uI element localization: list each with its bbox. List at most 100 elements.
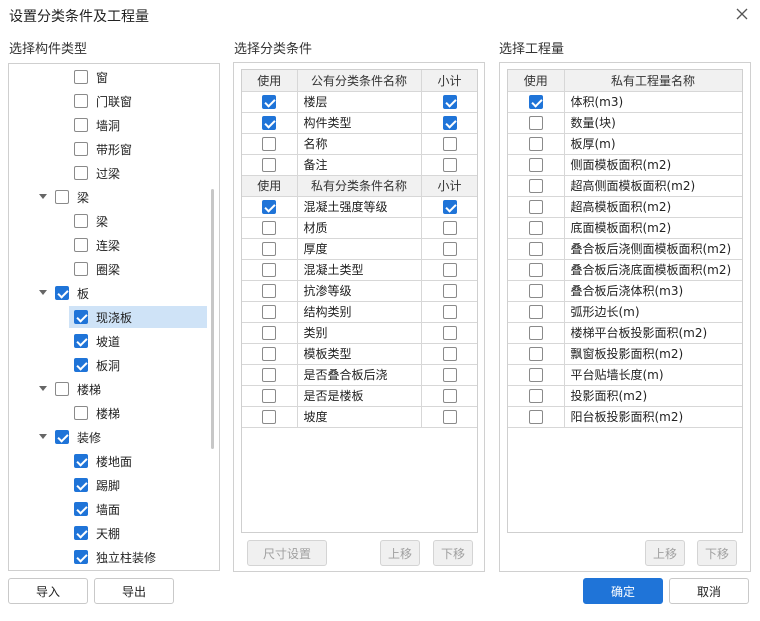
tree-group-stair[interactable]: 楼梯 xyxy=(37,378,101,400)
tree-item[interactable]: 踢脚 xyxy=(74,474,120,496)
use-checkbox[interactable] xyxy=(528,220,543,235)
subtotal-checkbox[interactable] xyxy=(442,409,457,424)
tree-checkbox[interactable] xyxy=(74,166,88,180)
tree-item[interactable]: 墙面 xyxy=(74,498,120,520)
use-checkbox[interactable] xyxy=(262,346,277,361)
use-checkbox[interactable] xyxy=(528,367,543,382)
tree-item[interactable]: 天棚 xyxy=(74,522,120,544)
tree-checkbox[interactable] xyxy=(55,430,69,444)
tree-group-beam[interactable]: 梁 xyxy=(37,186,89,208)
table-row[interactable]: 类别 xyxy=(242,322,477,344)
move-up-button[interactable]: 上移 xyxy=(380,540,420,566)
table-row[interactable]: 材质 xyxy=(242,217,477,239)
subtotal-checkbox[interactable] xyxy=(442,262,457,277)
tree-checkbox[interactable] xyxy=(74,310,88,324)
tree-item-selected[interactable]: 现浇板 xyxy=(69,306,207,328)
use-checkbox[interactable] xyxy=(528,388,543,403)
tree-checkbox[interactable] xyxy=(74,238,88,252)
table-row[interactable]: 阳台板投影面积(m2) xyxy=(508,406,742,428)
use-checkbox[interactable] xyxy=(528,346,543,361)
tree-checkbox[interactable] xyxy=(55,382,69,396)
subtotal-checkbox[interactable] xyxy=(442,199,457,214)
chevron-down-icon[interactable] xyxy=(37,191,49,203)
tree-checkbox[interactable] xyxy=(74,502,88,516)
import-button[interactable]: 导入 xyxy=(8,578,88,604)
tree-checkbox[interactable] xyxy=(74,142,88,156)
table-row[interactable]: 超高模板面积(m2) xyxy=(508,196,742,218)
tree-item[interactable]: 坡道 xyxy=(74,330,120,352)
use-checkbox[interactable] xyxy=(528,262,543,277)
subtotal-checkbox[interactable] xyxy=(442,325,457,340)
tree-item[interactable]: 墙洞 xyxy=(74,114,120,136)
use-checkbox[interactable] xyxy=(528,283,543,298)
use-checkbox[interactable] xyxy=(262,367,277,382)
use-checkbox[interactable] xyxy=(262,283,277,298)
subtotal-checkbox[interactable] xyxy=(442,283,457,298)
use-checkbox[interactable] xyxy=(262,304,277,319)
chevron-down-icon[interactable] xyxy=(37,431,49,443)
use-checkbox[interactable] xyxy=(528,178,543,193)
tree-checkbox[interactable] xyxy=(74,454,88,468)
tree-checkbox[interactable] xyxy=(74,214,88,228)
table-row[interactable]: 是否叠合板后浇 xyxy=(242,364,477,386)
tree-scrollbar[interactable] xyxy=(211,189,214,449)
tree-item[interactable]: 楼地面 xyxy=(74,450,132,472)
table-row[interactable]: 投影面积(m2) xyxy=(508,385,742,407)
chevron-down-icon[interactable] xyxy=(37,383,49,395)
subtotal-checkbox[interactable] xyxy=(442,157,457,172)
table-row[interactable]: 厚度 xyxy=(242,238,477,260)
tree-checkbox[interactable] xyxy=(74,94,88,108)
subtotal-checkbox[interactable] xyxy=(442,136,457,151)
tree-item[interactable]: 窗 xyxy=(74,66,108,88)
table-row[interactable]: 结构类别 xyxy=(242,301,477,323)
table-row[interactable]: 侧面模板面积(m2) xyxy=(508,154,742,176)
tree-checkbox[interactable] xyxy=(55,190,69,204)
export-button[interactable]: 导出 xyxy=(94,578,174,604)
use-checkbox[interactable] xyxy=(262,325,277,340)
tree-group-decor[interactable]: 装修 xyxy=(37,426,101,448)
subtotal-checkbox[interactable] xyxy=(442,346,457,361)
subtotal-checkbox[interactable] xyxy=(442,367,457,382)
use-checkbox[interactable] xyxy=(262,241,277,256)
tree-checkbox[interactable] xyxy=(74,358,88,372)
table-row[interactable]: 混凝土类型 xyxy=(242,259,477,281)
use-checkbox[interactable] xyxy=(262,157,277,172)
cancel-button[interactable]: 取消 xyxy=(669,578,749,604)
tree-item[interactable]: 圈梁 xyxy=(74,258,120,280)
use-checkbox[interactable] xyxy=(262,409,277,424)
tree-checkbox[interactable] xyxy=(74,118,88,132)
use-checkbox[interactable] xyxy=(262,220,277,235)
table-row[interactable]: 超高侧面模板面积(m2) xyxy=(508,175,742,197)
table-row[interactable]: 底面模板面积(m2) xyxy=(508,217,742,239)
table-row[interactable]: 叠合板后浇底面模板面积(m2) xyxy=(508,259,742,281)
table-row[interactable]: 平台贴墙长度(m) xyxy=(508,364,742,386)
tree-item[interactable]: 过梁 xyxy=(74,162,120,184)
subtotal-checkbox[interactable] xyxy=(442,220,457,235)
table-row[interactable]: 备注 xyxy=(242,154,477,176)
table-row[interactable]: 体积(m3) xyxy=(508,91,742,113)
use-checkbox[interactable] xyxy=(262,388,277,403)
table-row[interactable]: 叠合板后浇侧面模板面积(m2) xyxy=(508,238,742,260)
tree-checkbox[interactable] xyxy=(74,70,88,84)
ok-button[interactable]: 确定 xyxy=(583,578,663,604)
use-checkbox[interactable] xyxy=(528,409,543,424)
tree-item[interactable]: 楼梯 xyxy=(74,402,120,424)
tree-checkbox[interactable] xyxy=(74,478,88,492)
table-row[interactable]: 板厚(m) xyxy=(508,133,742,155)
tree-checkbox[interactable] xyxy=(74,406,88,420)
move-down-button[interactable]: 下移 xyxy=(433,540,473,566)
tree-item[interactable]: 连梁 xyxy=(74,234,120,256)
table-row[interactable]: 抗渗等级 xyxy=(242,280,477,302)
chevron-down-icon[interactable] xyxy=(37,287,49,299)
close-icon[interactable] xyxy=(734,6,750,22)
tree-checkbox[interactable] xyxy=(74,262,88,276)
table-row[interactable]: 模板类型 xyxy=(242,343,477,365)
table-row[interactable]: 坡度 xyxy=(242,406,477,428)
table-row[interactable]: 是否是楼板 xyxy=(242,385,477,407)
table-row[interactable]: 构件类型 xyxy=(242,112,477,134)
use-checkbox[interactable] xyxy=(528,115,543,130)
use-checkbox[interactable] xyxy=(528,241,543,256)
subtotal-checkbox[interactable] xyxy=(442,241,457,256)
tree-item[interactable]: 独立柱装修 xyxy=(74,546,156,568)
size-settings-button[interactable]: 尺寸设置 xyxy=(247,540,327,566)
